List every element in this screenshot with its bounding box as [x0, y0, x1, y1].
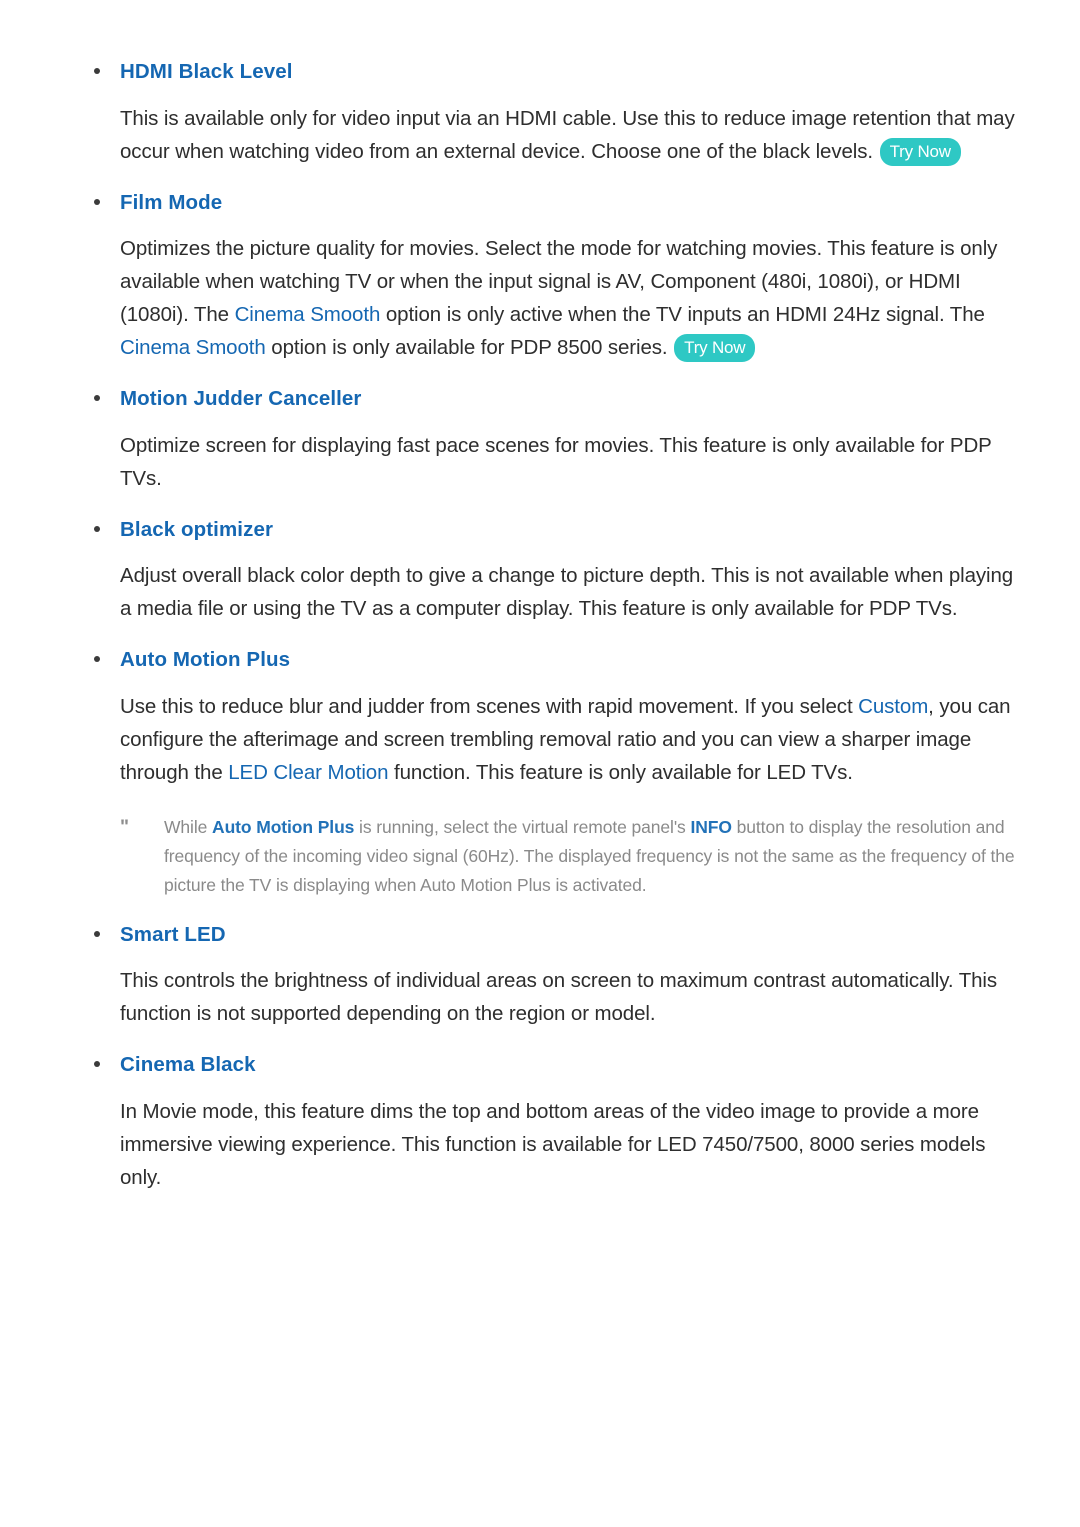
section-body-paragraph: Optimizes the picture quality for movies… [120, 232, 1020, 364]
try-now-badge[interactable]: Try Now [674, 334, 756, 362]
manual-section-hdmi-black-level: HDMI Black Level This is available only f… [60, 61, 1020, 168]
manual-page: HDMI Black Level This is available only f… [0, 0, 1080, 1527]
section-heading-row: Film Mode [60, 192, 1020, 214]
body-text-run: Adjust overall black color depth to give… [120, 564, 1014, 620]
body-text-run: is running, select the virtual remote pa… [354, 816, 691, 837]
inline-highlight-term: Custom [858, 694, 929, 718]
section-heading-row: Black optimizer [60, 519, 1020, 541]
inline-highlight-term: Cinema Smooth [234, 303, 381, 326]
section-heading-auto-motion-plus[interactable]: Auto Motion Plus [120, 649, 290, 671]
inline-highlight-term: Cinema Smooth [120, 336, 266, 359]
section-body-paragraph: This controls the brightness of individu… [120, 964, 1020, 1030]
bullet-point-icon [60, 930, 100, 937]
bullet-point-icon [60, 68, 100, 74]
section-body-paragraph: Adjust overall black color depth to give… [120, 559, 1020, 625]
section-heading-row: HDMI Black Level [60, 61, 1020, 83]
body-text-run: In Movie mode, this feature dims the top… [120, 1099, 986, 1189]
section-body-paragraph: Use this to reduce blur and judder from … [120, 690, 1020, 789]
section-heading-row: Motion Judder Canceller [60, 388, 1020, 410]
manual-section-cinema-black: Cinema Black In Movie mode, this feature … [60, 1054, 1020, 1194]
section-body-paragraph: Optimize screen for displaying fast pace… [120, 429, 1020, 495]
note-body-text: While Auto Motion Plus is running, selec… [164, 813, 1020, 900]
body-text-run: Optimize screen for displaying fast pace… [120, 433, 992, 490]
section-heading-row: Auto Motion Plus [60, 649, 1020, 671]
body-text-run: option is only available for PDP 8500 se… [265, 336, 668, 359]
inline-highlight-term: INFO [690, 816, 732, 837]
bullet-point-icon [60, 1061, 100, 1067]
section-body-paragraph: This is available only for video input v… [120, 102, 1020, 168]
body-text-run: function. This feature is only available… [388, 760, 853, 784]
bullet-point-icon [60, 395, 100, 401]
section-heading-black-optimizer[interactable]: Black optimizer [120, 519, 273, 541]
body-text-run: While [164, 816, 213, 837]
note-block: " While Auto Motion Plus is running, sele… [120, 813, 1020, 900]
body-text-run: Use this to reduce blur and judder from … [120, 694, 859, 718]
page-content: HDMI Black Level This is available only f… [60, 61, 1020, 1194]
section-heading-motion-judder-canceller[interactable]: Motion Judder Canceller [120, 388, 362, 410]
section-heading-cinema-black[interactable]: Cinema Black [120, 1054, 256, 1076]
manual-section-auto-motion-plus: Auto Motion Plus Use this to reduce blur … [60, 649, 1020, 900]
manual-section-smart-led: Smart LED This controls the brightness of… [60, 924, 1020, 1031]
inline-highlight-term: LED Clear Motion [228, 760, 389, 784]
manual-section-film-mode: Film Mode Optimizes the picture quality f… [60, 192, 1020, 365]
section-heading-smart-led[interactable]: Smart LED [120, 924, 226, 946]
section-heading-hdmi-black-level[interactable]: HDMI Black Level [120, 61, 293, 83]
manual-section-black-optimizer: Black optimizer Adjust overall black colo… [60, 519, 1020, 626]
manual-section-motion-judder-canceller: Motion Judder Canceller Optimize screen f… [60, 388, 1020, 495]
note-quote-icon: " [120, 816, 130, 838]
section-heading-film-mode[interactable]: Film Mode [120, 192, 222, 214]
body-text-run: option is only active when the TV inputs… [380, 303, 985, 326]
section-heading-row: Cinema Black [60, 1054, 1020, 1076]
bullet-point-icon [60, 525, 100, 532]
bullet-point-icon [60, 656, 100, 662]
inline-highlight-term: Auto Motion Plus [212, 816, 355, 837]
section-body-paragraph: In Movie mode, this feature dims the top… [120, 1095, 1020, 1194]
bullet-point-icon [60, 198, 100, 205]
try-now-badge[interactable]: Try Now [879, 137, 961, 166]
body-text-run: This controls the brightness of individu… [120, 969, 998, 1025]
section-heading-row: Smart LED [60, 924, 1020, 946]
